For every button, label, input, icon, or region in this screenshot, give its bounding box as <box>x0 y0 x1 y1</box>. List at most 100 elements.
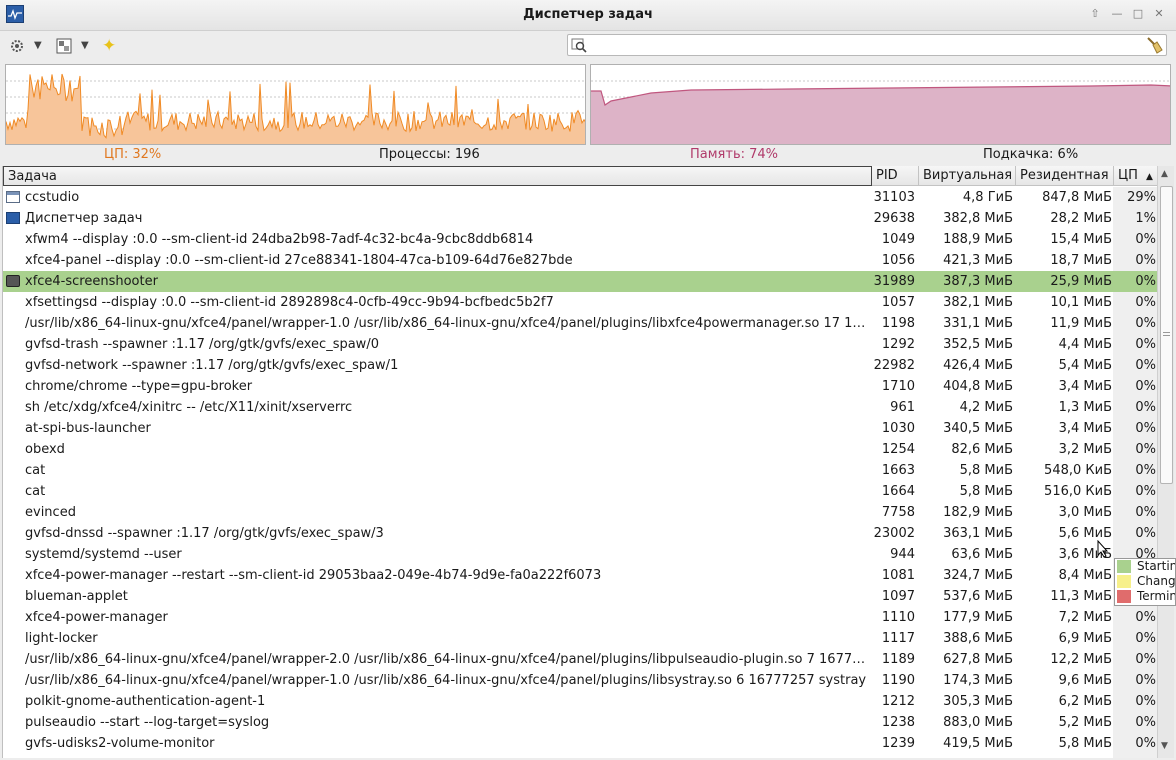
task-virtual-memory: 4,2 МиБ <box>959 400 1013 415</box>
task-resident-memory: 10,1 МиБ <box>1050 295 1112 310</box>
task-resident-memory: 5,4 МиБ <box>1058 358 1112 373</box>
task-virtual-memory: 388,6 МиБ <box>943 631 1013 646</box>
legend-label: Termin <box>1137 589 1176 603</box>
table-row[interactable]: cat 1664 5,8 МиБ 516,0 КиБ 0% <box>3 481 1158 502</box>
table-row[interactable]: chrome/chrome --type=gpu-broker 1710 404,8… <box>3 376 1158 397</box>
column-header-cpu[interactable]: ЦП ▲ <box>1114 166 1158 186</box>
table-row[interactable]: obexd 1254 82,6 МиБ 3,2 МиБ 0% <box>3 439 1158 460</box>
table-row[interactable]: gvfsd-trash --spawner :1.17 /org/gtk/gvf… <box>3 334 1158 355</box>
table-row[interactable]: xfwm4 --display :0.0 --sm-client-id 24db… <box>3 229 1158 250</box>
table-row[interactable]: evinced 7758 182,9 МиБ 3,0 МиБ 0% <box>3 502 1158 523</box>
mouse-cursor-icon <box>1097 539 1109 562</box>
task-name: ccstudio <box>25 190 80 205</box>
task-cpu: 0% <box>1135 295 1156 310</box>
task-resident-memory: 18,7 МиБ <box>1050 253 1112 268</box>
task-resident-memory: 3,4 МиБ <box>1058 379 1112 394</box>
table-row[interactable]: gvfsd-dnssd --spawner :1.17 /org/gtk/gvf… <box>3 523 1158 544</box>
task-name: gvfsd-trash --spawner :1.17 /org/gtk/gvf… <box>25 337 379 352</box>
task-virtual-memory: 5,8 МиБ <box>959 484 1013 499</box>
table-row[interactable]: xfce4-panel --display :0.0 --sm-client-i… <box>3 250 1158 271</box>
task-pid: 1710 <box>881 379 915 394</box>
broom-icon[interactable] <box>1145 36 1163 58</box>
table-row[interactable]: light-locker 1117 388,6 МиБ 6,9 МиБ 0% <box>3 628 1158 649</box>
task-name: xfce4-power-manager <box>25 610 168 625</box>
close-icon[interactable]: ✕ <box>1150 6 1168 22</box>
task-cpu: 0% <box>1135 715 1156 730</box>
task-resident-memory: 847,8 МиБ <box>1042 190 1112 205</box>
task-name: xfwm4 --display :0.0 --sm-client-id 24db… <box>25 232 534 247</box>
table-row[interactable]: xfce4-screenshooter 31989 387,3 МиБ 25,9 Ми… <box>3 271 1158 292</box>
legend-item: Termin <box>1115 589 1175 604</box>
task-virtual-memory: 182,9 МиБ <box>943 505 1013 520</box>
table-row[interactable]: pulseaudio --start --log-target=syslog 12… <box>3 712 1158 733</box>
maximize-icon[interactable]: □ <box>1129 6 1147 22</box>
task-cpu: 0% <box>1135 673 1156 688</box>
task-resident-memory: 5,2 МиБ <box>1058 715 1112 730</box>
task-resident-memory: 4,4 МиБ <box>1058 337 1112 352</box>
task-resident-memory: 11,3 МиБ <box>1050 589 1112 604</box>
cpu-header-label: ЦП <box>1118 168 1138 183</box>
task-cpu: 1% <box>1135 211 1156 226</box>
scrollbar-thumb[interactable] <box>1160 186 1173 484</box>
view-dropdown-icon[interactable]: ▼ <box>81 35 89 57</box>
task-name: cat <box>25 463 46 478</box>
table-row[interactable]: cat 1663 5,8 МиБ 548,0 КиБ 0% <box>3 460 1158 481</box>
table-row[interactable]: xfsettingsd --display :0.0 --sm-client-i… <box>3 292 1158 313</box>
search-input[interactable] <box>567 34 1167 56</box>
gear-icon[interactable] <box>8 35 26 57</box>
windows-icon[interactable] <box>56 35 72 57</box>
table-row[interactable]: at-spi-bus-launcher 1030 340,5 МиБ 3,4 МиБ 0… <box>3 418 1158 439</box>
table-row[interactable]: gvfsd-network --spawner :1.17 /org/gtk/g… <box>3 355 1158 376</box>
table-row[interactable]: xfce4-power-manager --restart --sm-clien… <box>3 565 1158 586</box>
process-table: Задача PID Виртуальная Резидентная ЦП ▲ … <box>2 166 1158 758</box>
legend-label: Chang <box>1137 574 1176 588</box>
task-cpu: 0% <box>1135 337 1156 352</box>
task-virtual-memory: 174,3 МиБ <box>943 673 1013 688</box>
title-bar: Диспетчер задач ⇧ — □ ✕ <box>0 0 1176 31</box>
task-cpu: 0% <box>1135 316 1156 331</box>
sort-ascending-icon: ▲ <box>1146 172 1153 182</box>
table-row[interactable]: Диспетчер задач 29638 382,8 МиБ 28,2 МиБ 1% <box>3 208 1158 229</box>
table-row[interactable]: /usr/lib/x86_64-linux-gnu/xfce4/panel/wr… <box>3 649 1158 670</box>
minimize-icon[interactable]: — <box>1108 6 1126 22</box>
table-row[interactable]: polkit-gnome-authentication-agent-1 1212 3… <box>3 691 1158 712</box>
table-row[interactable]: sh /etc/xdg/xfce4/xinitrc -- /etc/X11/xi… <box>3 397 1158 418</box>
memory-history-chart <box>591 80 1170 144</box>
scroll-up-icon[interactable]: ▲ <box>1161 169 1168 179</box>
legend-swatch <box>1117 590 1131 603</box>
task-cpu: 0% <box>1135 736 1156 751</box>
column-header-task[interactable]: Задача <box>3 166 872 186</box>
scroll-down-icon[interactable]: ▼ <box>1161 741 1168 751</box>
table-row[interactable]: xfce4-power-manager 1110 177,9 МиБ 7,2 МиБ 0… <box>3 607 1158 628</box>
table-row[interactable]: systemd/systemd --user 944 63,6 МиБ 3,6 МиБ… <box>3 544 1158 565</box>
task-pid: 31989 <box>873 274 915 289</box>
task-cpu: 0% <box>1135 526 1156 541</box>
task-cpu: 0% <box>1135 463 1156 478</box>
table-row[interactable]: /usr/lib/x86_64-linux-gnu/xfce4/panel/wr… <box>3 670 1158 691</box>
task-pid: 1110 <box>881 610 915 625</box>
table-row[interactable]: ccstudio 31103 4,8 ГиБ 847,8 МиБ 29% <box>3 187 1158 208</box>
task-cpu: 0% <box>1135 484 1156 499</box>
column-header-pid[interactable]: PID <box>872 166 919 186</box>
task-virtual-memory: 188,9 МиБ <box>943 232 1013 247</box>
task-resident-memory: 516,0 КиБ <box>1044 484 1112 499</box>
task-name: light-locker <box>25 631 98 646</box>
table-row[interactable]: gvfs-udisks2-volume-monitor 1239 419,5 МиБ… <box>3 733 1158 754</box>
task-pid: 1189 <box>881 652 915 667</box>
window-up-icon[interactable]: ⇧ <box>1086 6 1104 22</box>
task-resident-memory: 8,4 МиБ <box>1058 568 1112 583</box>
star-icon[interactable]: ✦ <box>102 35 116 57</box>
settings-dropdown-icon[interactable]: ▼ <box>34 35 42 57</box>
table-row[interactable]: /usr/lib/x86_64-linux-gnu/xfce4/panel/wr… <box>3 313 1158 334</box>
task-name: /usr/lib/x86_64-linux-gnu/xfce4/panel/wr… <box>25 652 870 667</box>
camera-icon <box>6 275 20 287</box>
task-pid: 1254 <box>881 442 915 457</box>
column-header-virtual[interactable]: Виртуальная <box>919 166 1016 186</box>
vertical-scrollbar[interactable]: ▲ ▼ <box>1157 166 1174 758</box>
column-header-resident[interactable]: Резидентная <box>1016 166 1114 186</box>
table-row[interactable]: blueman-applet1097537,6 МиБ11,3 МиБ0% <box>3 586 1158 607</box>
task-cpu: 0% <box>1135 631 1156 646</box>
memory-graph <box>590 64 1171 145</box>
task-name: pulseaudio --start --log-target=syslog <box>25 715 270 730</box>
task-pid: 961 <box>890 400 915 415</box>
